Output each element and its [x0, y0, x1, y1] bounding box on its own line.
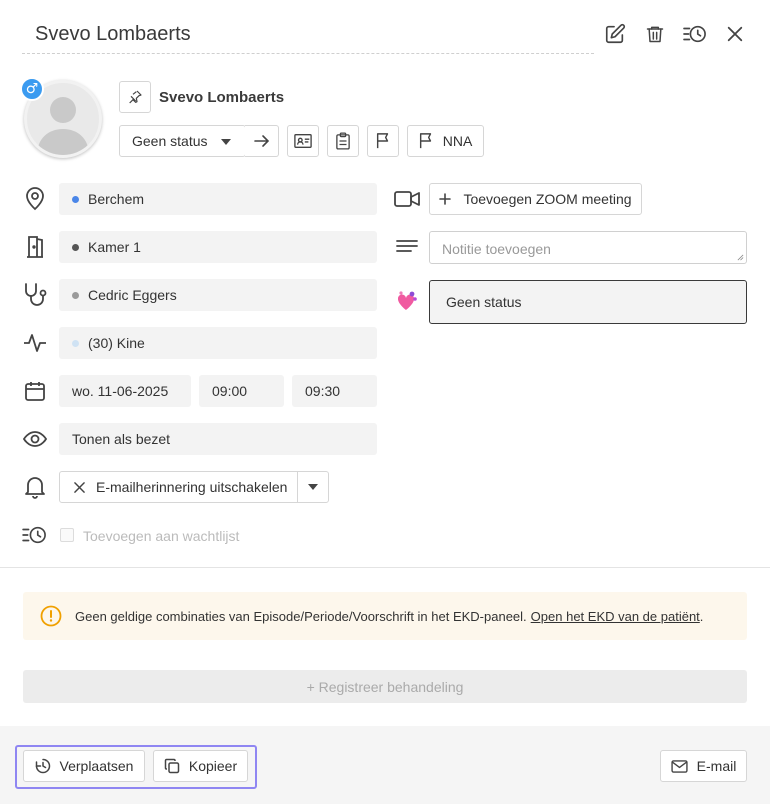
date-field[interactable]: wo. 11-06-2025: [59, 375, 191, 407]
section-divider: [0, 567, 770, 568]
treatment-dot: [72, 339, 79, 347]
calendar-icon: [22, 378, 48, 404]
add-zoom-meeting-button[interactable]: Toevoegen ZOOM meeting: [429, 183, 642, 215]
close-icon: [74, 481, 85, 493]
door-icon: [22, 234, 48, 260]
trash-icon[interactable]: [642, 20, 668, 48]
status-next-button[interactable]: [245, 125, 279, 157]
activity-pulse-icon: [22, 330, 48, 356]
warning-banner: Geen geldige combinaties van Episode/Per…: [23, 592, 747, 640]
visibility-field[interactable]: Tonen als bezet: [59, 423, 377, 455]
location-field[interactable]: Berchem: [59, 183, 377, 215]
arrow-right-icon: [253, 135, 269, 147]
room-dot: [72, 243, 79, 251]
eye-icon: [22, 426, 48, 452]
warning-text: Geen geldige combinaties van Episode/Per…: [75, 608, 527, 624]
clipboard-icon: [336, 132, 350, 150]
mail-icon: [671, 759, 688, 773]
flag-button[interactable]: [367, 125, 399, 157]
caret-down-icon: [221, 139, 231, 145]
end-time-field[interactable]: 09:30: [292, 375, 377, 407]
id-card-button[interactable]: [287, 125, 319, 157]
page-title: Svevo Lombaerts: [35, 23, 191, 45]
stethoscope-icon: [22, 282, 48, 308]
pin-icon: [129, 90, 142, 104]
id-card-icon: [294, 134, 312, 148]
warning-suffix: .: [699, 608, 704, 624]
status-box[interactable]: Geen status: [429, 280, 747, 324]
treatment-field[interactable]: (30) Kine: [59, 327, 377, 359]
patient-name: Svevo Lombaerts: [159, 89, 285, 106]
caret-down-icon: [308, 484, 318, 490]
clock-move-icon: [35, 758, 50, 774]
waitlist-history-icon: [22, 522, 48, 548]
video-camera-icon: [394, 186, 420, 212]
header: Svevo Lombaerts: [22, 14, 594, 54]
plus-icon: [439, 193, 452, 205]
flag-icon: [419, 133, 431, 149]
waitlist-checkbox[interactable]: [60, 528, 74, 542]
room-field[interactable]: Kamer 1: [59, 231, 377, 263]
register-treatment-button[interactable]: + Registreer behandeling: [23, 670, 747, 703]
flag-icon: [376, 133, 389, 149]
text-lines-icon: [394, 234, 420, 260]
nna-button[interactable]: NNA: [407, 125, 484, 157]
note-textarea[interactable]: Notitie toevoegen: [429, 231, 747, 264]
edit-icon[interactable]: [602, 20, 628, 48]
waitlist-label: Toevoegen aan wachtlijst: [83, 528, 240, 544]
status-select[interactable]: Geen status: [119, 125, 246, 157]
location-pin-icon: [22, 186, 48, 212]
location-dot: [72, 195, 79, 203]
copy-button[interactable]: Kopieer: [153, 750, 248, 782]
move-button[interactable]: Verplaatsen: [23, 750, 145, 782]
pin-button[interactable]: [119, 81, 151, 113]
disable-reminder-button[interactable]: E-mailherinnering uitschakelen: [59, 471, 298, 503]
reminder-dropdown-button[interactable]: [297, 471, 329, 503]
copy-icon: [164, 758, 180, 774]
male-icon: ♂: [20, 77, 44, 101]
history-icon[interactable]: [682, 20, 708, 48]
clipboard-button[interactable]: [327, 125, 359, 157]
close-icon[interactable]: [722, 20, 748, 48]
open-ekd-link[interactable]: Open het EKD van de patiënt: [531, 609, 700, 624]
doctor-field[interactable]: Cedric Eggers: [59, 279, 377, 311]
doctor-dot: [72, 291, 79, 299]
bell-icon: [22, 474, 48, 500]
email-button[interactable]: E-mail: [660, 750, 747, 782]
resize-handle-icon[interactable]: [737, 254, 744, 261]
heart-status-icon: [394, 288, 420, 314]
warning-icon: [40, 605, 62, 627]
start-time-field[interactable]: 09:00: [199, 375, 284, 407]
